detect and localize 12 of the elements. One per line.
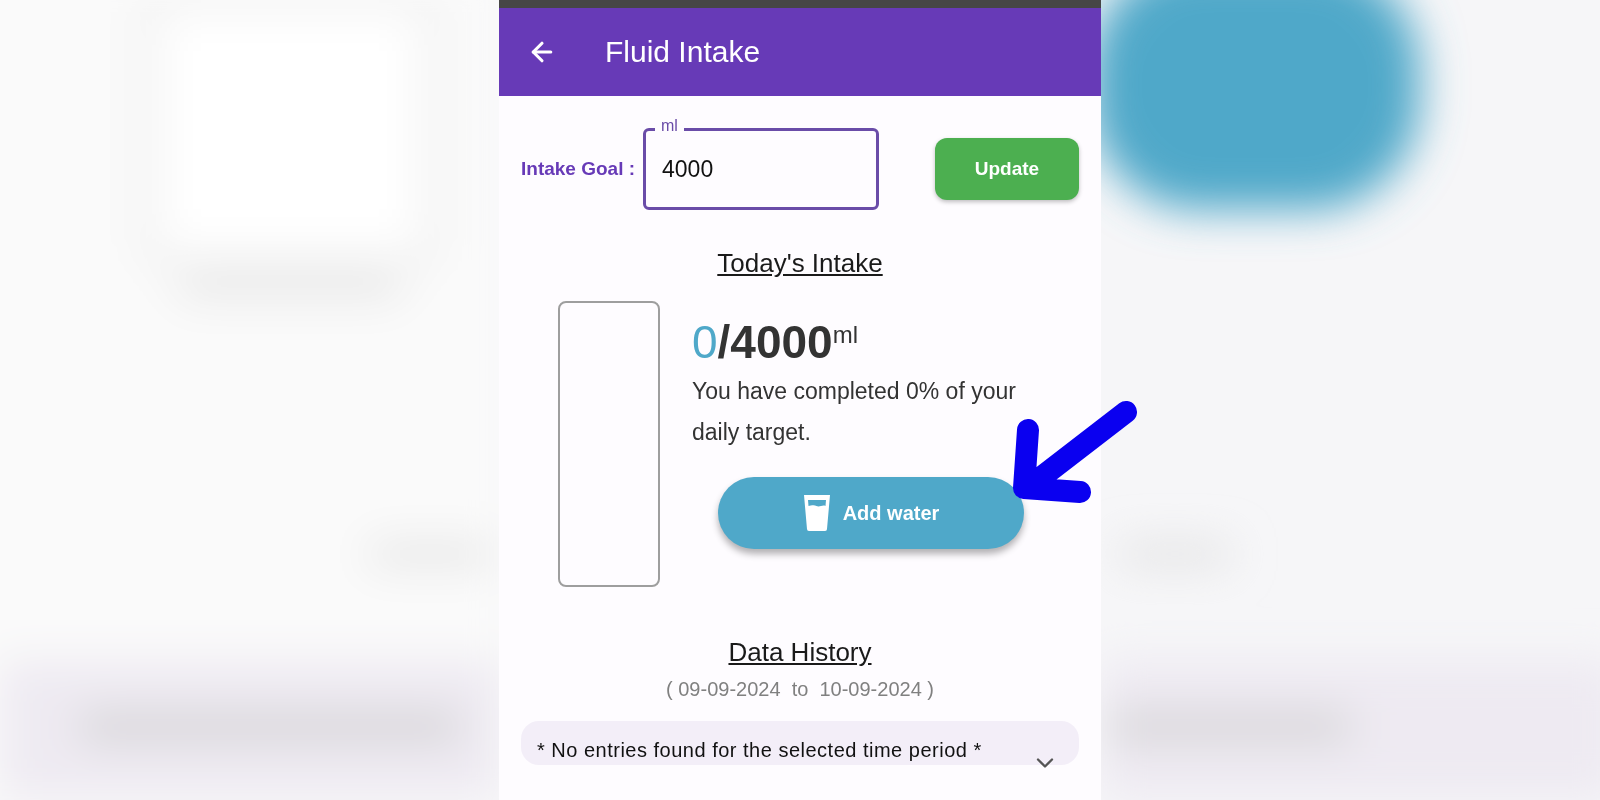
consumed-amount: 0 <box>692 315 718 369</box>
section-heading: Data History <box>728 637 872 668</box>
screen-title: Fluid Intake <box>605 35 761 69</box>
unit-label: ml <box>832 321 859 349</box>
target-amount: /4000 <box>717 315 833 369</box>
empty-notice: * No entries found for the selected time period * <box>537 738 983 763</box>
history-card[interactable]: * No entries found for the selected time period * <box>521 721 1079 765</box>
date-range: ( 09-09-2024 to 10-09-2024 ) <box>666 678 934 701</box>
section-heading: Today's Intake <box>717 248 883 279</box>
glass-icon <box>802 494 831 532</box>
field-label: Intake Goal : <box>521 158 636 180</box>
progress-message: You have completed 0% of your daily target. <box>692 377 1017 447</box>
